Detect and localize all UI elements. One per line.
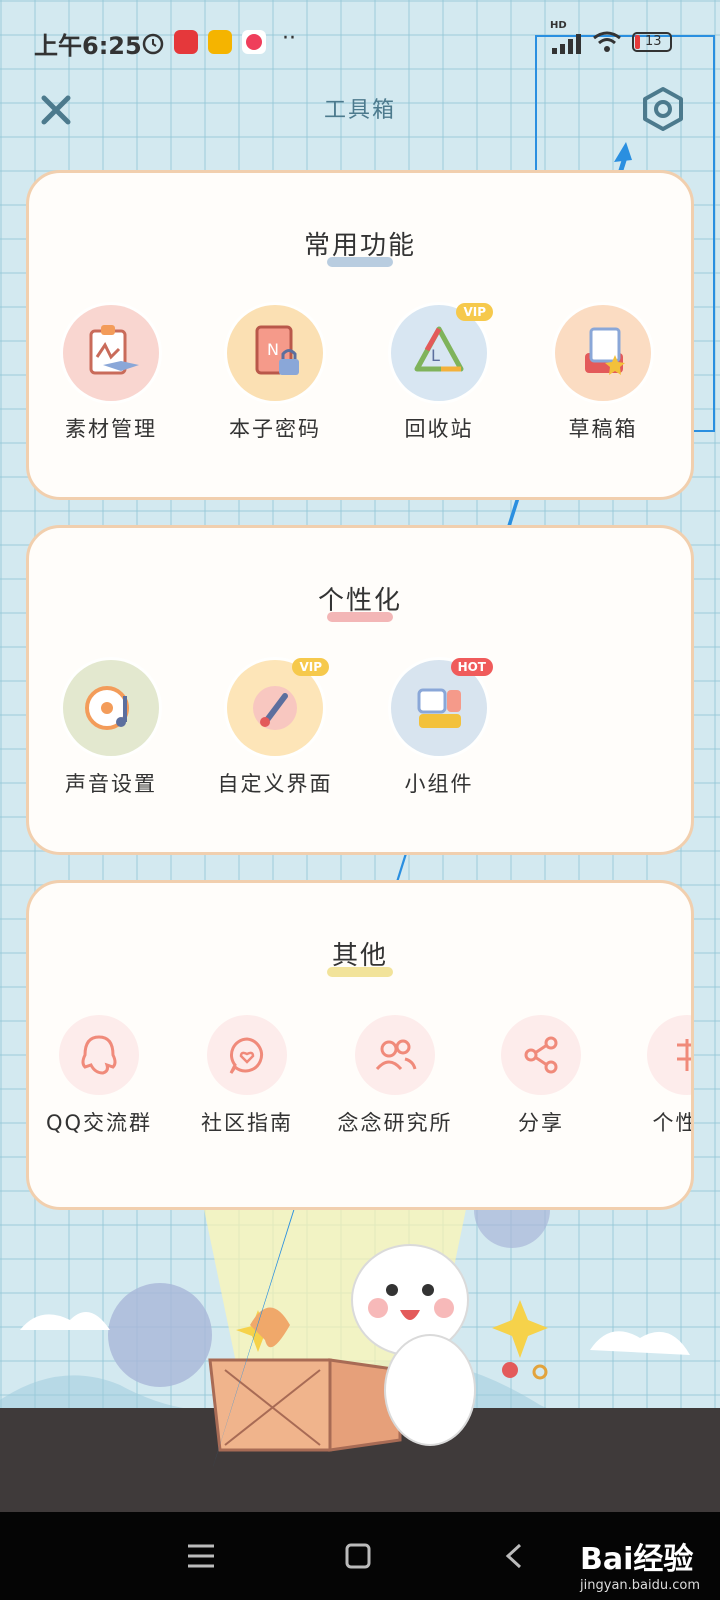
settings-gear-icon[interactable] xyxy=(640,86,686,132)
more-notifications: ·· xyxy=(282,26,296,51)
share-icon xyxy=(501,1015,581,1095)
tool-label: 草稿箱 xyxy=(568,417,638,441)
music-disc-icon xyxy=(63,660,159,756)
tool-material-management[interactable]: 素材管理 xyxy=(29,305,193,443)
tool-label: 声音设置 xyxy=(65,772,157,796)
hot-badge: HOT xyxy=(450,658,493,676)
bunny-box-illustration xyxy=(0,1190,720,1512)
tool-label: 素材管理 xyxy=(65,417,157,441)
svg-text:L: L xyxy=(431,346,440,365)
tool-label: 分享 xyxy=(518,1111,564,1135)
tool-community-guide[interactable]: 社区指南 xyxy=(167,1015,327,1137)
paint-brush-icon: VIP xyxy=(227,658,329,756)
wifi-icon xyxy=(593,31,621,52)
back-icon[interactable] xyxy=(502,1542,526,1570)
section-title-underline xyxy=(327,967,393,977)
tool-label: QQ交流群 xyxy=(45,1111,153,1135)
section-personalization: 个性化 声音设置 VIP 自定义界面 HOT 小组件 xyxy=(26,525,694,855)
people-icon xyxy=(355,1015,435,1095)
watermark-brand: Bai经验 xyxy=(580,1542,694,1577)
tool-qq-group[interactable]: QQ交流群 xyxy=(29,1015,179,1137)
battery-level: 13 xyxy=(645,34,662,49)
home-icon[interactable] xyxy=(344,1542,372,1570)
page-title: 工具箱 xyxy=(323,98,396,123)
widget-icon: HOT xyxy=(391,658,493,756)
clipboard-layers-icon xyxy=(63,305,159,401)
tool-notebook-password[interactable]: N 本子密码 xyxy=(193,305,357,443)
tool-widgets[interactable]: HOT 小组件 xyxy=(357,658,521,798)
tool-label: 自定义界面 xyxy=(217,772,333,796)
section-other: 其他 QQ交流群 社区指南 念念研究所 分享 个性化 xyxy=(26,880,694,1210)
personalize-icon xyxy=(647,1015,691,1095)
hd-label: HD xyxy=(550,20,567,31)
system-nav-bar: Bai经验 jingyan.baidu.com xyxy=(0,1512,720,1600)
svg-text:N: N xyxy=(267,340,279,359)
watermark-url: jingyan.baidu.com xyxy=(580,1578,700,1593)
tool-label: 念念研究所 xyxy=(337,1111,453,1135)
tool-sound-settings[interactable]: 声音设置 xyxy=(29,660,193,798)
section-title-underline xyxy=(327,257,393,267)
tool-niannian-lab[interactable]: 念念研究所 xyxy=(315,1015,475,1137)
tool-personalize-more[interactable]: 个性化 xyxy=(607,1015,692,1137)
tool-label: 回收站 xyxy=(404,417,474,441)
heart-chat-icon xyxy=(207,1015,287,1095)
xiaohongshu-icon xyxy=(174,30,198,54)
tool-drafts[interactable]: 草稿箱 xyxy=(521,305,685,443)
qq-penguin-icon xyxy=(59,1015,139,1095)
tool-label: 小组件 xyxy=(404,772,474,796)
section-common-functions: 常用功能 素材管理 N 本子密码 L VIP 回收站 草稿箱 xyxy=(26,170,694,500)
battery-icon: 13 xyxy=(632,32,672,52)
status-time: 上午6:25 xyxy=(34,32,142,60)
tool-share[interactable]: 分享 xyxy=(461,1015,621,1137)
recycle-icon: L VIP xyxy=(391,303,493,401)
notebook-lock-icon: N xyxy=(227,305,323,401)
tool-recycle-bin[interactable]: L VIP 回收站 xyxy=(357,303,521,443)
baidu-jingyan-watermark: Bai经验 jingyan.baidu.com xyxy=(580,1534,700,1593)
draft-box-icon xyxy=(555,305,651,401)
vip-badge: VIP xyxy=(456,303,493,321)
tool-label: 本子密码 xyxy=(229,417,321,441)
video-app-icon xyxy=(242,30,266,54)
vip-badge: VIP xyxy=(292,658,329,676)
status-bar: 上午6:25 ·· HD 13 xyxy=(0,20,720,64)
weibo-icon xyxy=(208,30,232,54)
tool-custom-interface[interactable]: VIP 自定义界面 xyxy=(193,658,357,798)
tool-label: 社区指南 xyxy=(201,1111,293,1135)
section-title-underline xyxy=(327,612,393,622)
signal-icon xyxy=(552,34,581,54)
alarm-icon xyxy=(142,33,164,55)
tool-label: 个性化 xyxy=(652,1111,692,1135)
menu-icon[interactable] xyxy=(186,1542,216,1570)
